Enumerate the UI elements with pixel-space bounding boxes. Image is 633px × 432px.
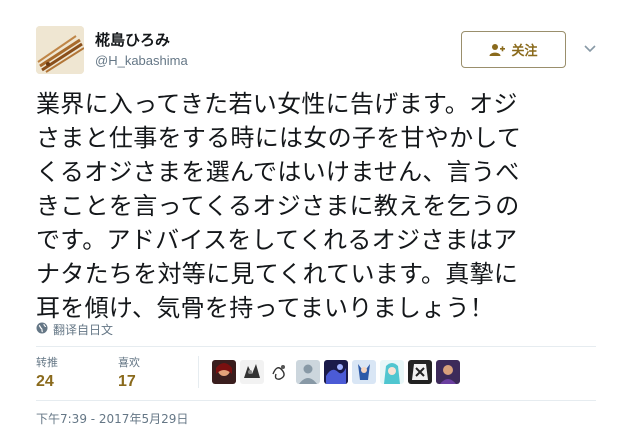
follow-button-label: 关注 xyxy=(511,44,538,59)
calligraphy-brush-avatar-image xyxy=(36,26,84,74)
follow-person-plus-icon xyxy=(489,43,506,57)
retweets-stat[interactable]: 转推 24 xyxy=(36,354,58,391)
tweet-line: です。アドバイスをしてくれるオジさまはア xyxy=(36,226,518,254)
retweets-label: 转推 xyxy=(36,356,58,369)
translate-label: 翻译自日文 xyxy=(53,323,114,337)
tweet-line: さまと仕事をする時には女の子を甘やかして xyxy=(36,124,522,152)
liker-avatar[interactable] xyxy=(212,360,236,384)
user-handle[interactable]: @H_kabashima xyxy=(95,53,188,68)
globe-icon xyxy=(36,322,48,337)
tweet-line: 業界に入ってきた若い女性に告げます。オジ xyxy=(36,90,518,118)
tweet-text: 業界に入ってきた若い女性に告げます。オジ さまと仕事をする時には女の子を甘やかし… xyxy=(36,87,596,325)
divider xyxy=(198,356,199,388)
liker-avatar[interactable] xyxy=(324,360,348,384)
chevron-down-icon[interactable] xyxy=(583,40,597,54)
tweet-line: きことを言ってくるオジさまに教えを乞うの xyxy=(36,192,520,220)
liker-avatar[interactable] xyxy=(408,360,432,384)
display-name[interactable]: 椛島ひろみ xyxy=(95,29,170,50)
follow-button[interactable]: 关注 xyxy=(461,31,566,68)
user-avatar[interactable] xyxy=(36,26,84,74)
liker-avatar[interactable] xyxy=(436,360,460,384)
retweets-count: 24 xyxy=(36,373,54,390)
liker-avatar[interactable] xyxy=(240,360,264,384)
liker-avatar[interactable] xyxy=(296,360,320,384)
likes-stat[interactable]: 喜欢 17 xyxy=(118,354,140,391)
liker-avatar[interactable] xyxy=(380,360,404,384)
divider xyxy=(36,346,596,347)
tweet-timestamp[interactable]: 下午7:39 - 2017年5月29日 xyxy=(36,410,188,427)
divider xyxy=(36,400,596,401)
tweet-line: 耳を傾け、気骨を持ってまいりましょう！ xyxy=(36,294,495,322)
liker-avatar[interactable] xyxy=(352,360,376,384)
likes-label: 喜欢 xyxy=(118,356,140,369)
likes-count: 17 xyxy=(118,373,136,390)
likers-avatars xyxy=(212,360,460,384)
tweet-line: ナタたちを対等に見てくれています。真摯に xyxy=(36,260,519,288)
liker-avatar[interactable] xyxy=(268,360,292,384)
tweet-line: くるオジさまを選んではいけません、言うべ xyxy=(36,158,520,186)
translate-link[interactable]: 翻译自日文 xyxy=(36,321,113,338)
